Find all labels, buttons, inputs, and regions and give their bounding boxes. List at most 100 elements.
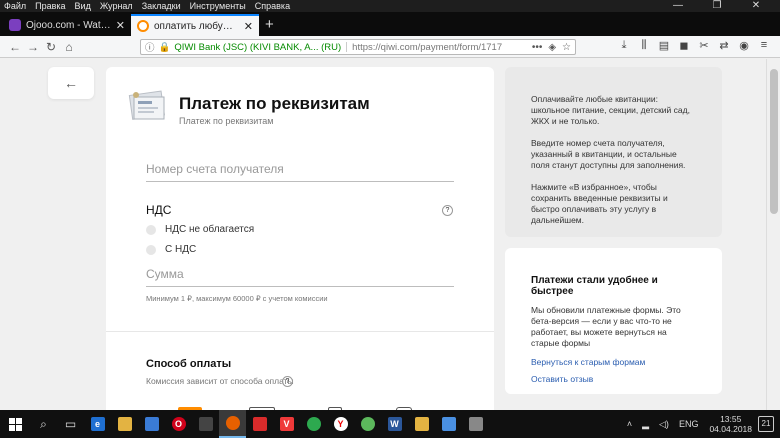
nds-label: НДС <box>146 203 172 217</box>
forward-arrow-icon[interactable]: → <box>24 40 42 54</box>
ojooo-favicon-icon <box>9 19 21 31</box>
old-forms-link[interactable]: Вернуться к старым формам <box>531 357 696 368</box>
address-bar[interactable]: ⓘ 🔒 QIWI Bank (JSC) (KIVI BANK, A... (RU… <box>140 39 576 55</box>
tab-strip: Ojooo.com - Watching Ad - Pa ✕ оплатить … <box>0 12 780 36</box>
pocket-icon[interactable]: ◈ <box>548 42 556 53</box>
app-blue-icon[interactable] <box>435 410 462 438</box>
url-text[interactable]: https://qiwi.com/payment/form/1717 <box>352 42 526 53</box>
close-window-button[interactable]: ✕ <box>741 0 771 12</box>
nds-option-none[interactable]: НДС не облагается <box>146 224 254 235</box>
ghost-icon[interactable]: ◉ <box>734 39 754 52</box>
payment-method-title: Способ оплаты <box>146 358 232 370</box>
notification-center-icon[interactable]: 21 <box>758 416 774 432</box>
payment-help-icon[interactable]: ? <box>282 376 293 387</box>
nds-help-icon[interactable]: ? <box>442 205 453 216</box>
clock-time: 13:55 <box>720 414 742 424</box>
lock-icon: 🔒 <box>158 41 171 53</box>
site-identity: QIWI Bank (JSC) (KIVI BANK, A... (RU) <box>174 41 342 53</box>
payment-form-card: Платеж по реквизитам Платеж по реквизита… <box>106 67 494 410</box>
reload-icon[interactable]: ↻ <box>42 40 60 54</box>
vertical-scrollbar[interactable] <box>766 59 780 410</box>
close-tab-icon[interactable]: ✕ <box>244 20 253 33</box>
toolbar-icons: ⤓ ⫼ ▤ ◼ ✂ ⇄ ◉ ≡ <box>614 39 774 52</box>
page-subtitle: Платеж по реквизитам <box>179 116 274 126</box>
minimize-button[interactable]: — <box>663 0 693 12</box>
radio-label: НДС не облагается <box>165 224 255 235</box>
screenshot-icon[interactable]: ✂ <box>694 39 714 52</box>
app-misc-icon[interactable] <box>462 410 489 438</box>
system-tray: ˄ ▂ ◁) ENG 13:55 04.04.2018 21 <box>622 410 780 438</box>
task-view-icon[interactable]: ▭ <box>57 410 84 438</box>
extension-icon[interactable]: ◼ <box>674 39 694 52</box>
qiwi-favicon-icon <box>137 20 149 32</box>
maximize-button[interactable]: ❐ <box>702 0 732 12</box>
page-title: Платеж по реквизитам <box>179 94 370 113</box>
page-actions-icon[interactable]: ••• <box>532 42 543 53</box>
search-icon[interactable]: ⌕ <box>30 410 57 438</box>
clock[interactable]: 13:55 04.04.2018 <box>709 414 752 434</box>
tab-qiwi[interactable]: оплатить любую квитанцию с ✕ <box>131 14 259 36</box>
payment-method-subtitle: Комиссия зависит от способа оплаты <box>146 376 294 386</box>
feedback-link[interactable]: Оставить отзыв <box>531 374 696 385</box>
amount-hint: Минимум 1 ₽, максимум 60000 ₽ с учетом к… <box>146 294 328 303</box>
firefox-icon[interactable] <box>219 410 246 438</box>
amount-input[interactable]: Сумма <box>146 267 454 287</box>
yandex-icon[interactable]: Y <box>327 410 354 438</box>
info-icon[interactable]: ⓘ <box>145 40 155 54</box>
tab-title: оплатить любую квитанцию с <box>154 20 239 32</box>
menu-file[interactable]: Файл <box>4 1 26 11</box>
shield-app-icon[interactable] <box>246 410 273 438</box>
download-icon[interactable]: ⤓ <box>614 39 634 52</box>
menu-view[interactable]: Вид <box>75 1 91 11</box>
app-icon[interactable] <box>192 410 219 438</box>
sync-icon[interactable]: ⇄ <box>714 39 734 52</box>
scrollbar-thumb[interactable] <box>770 69 778 214</box>
info-paragraph: Введите номер счета получателя, указанны… <box>531 138 686 170</box>
menu-history[interactable]: Журнал <box>100 1 133 11</box>
back-button[interactable]: ← <box>48 67 94 99</box>
info-paragraph: Нажмите «В избранное», чтобы сохранить в… <box>531 182 668 225</box>
bookmark-star-icon[interactable]: ☆ <box>562 42 571 53</box>
radio-button[interactable] <box>146 244 156 255</box>
tab-ojooo[interactable]: Ojooo.com - Watching Ad - Pa ✕ <box>3 14 131 36</box>
menu-bar: Файл Правка Вид Журнал Закладки Инструме… <box>0 0 780 12</box>
opera-icon[interactable]: O <box>165 410 192 438</box>
app-green-icon[interactable] <box>354 410 381 438</box>
arrow-left-icon: ← <box>64 75 78 91</box>
store-icon[interactable] <box>138 410 165 438</box>
edge-icon[interactable]: e <box>84 410 111 438</box>
info-paragraph: Оплачивайте любые квитанции: школьное пи… <box>531 94 690 126</box>
page-viewport: ← Платеж по реквизитам Платеж по реквизи… <box>0 59 766 410</box>
menu-tools[interactable]: Инструменты <box>190 1 246 11</box>
word-icon[interactable]: W <box>381 410 408 438</box>
chrome-icon[interactable] <box>300 410 327 438</box>
folder-icon[interactable] <box>408 410 435 438</box>
windows-start-icon[interactable] <box>0 410 30 438</box>
nds-option-with[interactable]: С НДС <box>146 244 196 255</box>
back-arrow-icon[interactable]: ← <box>6 40 24 54</box>
menu-bookmarks[interactable]: Закладки <box>142 1 181 11</box>
file-explorer-icon[interactable] <box>111 410 138 438</box>
network-icon[interactable]: ▂ <box>642 419 649 430</box>
vivaldi-icon[interactable]: V <box>273 410 300 438</box>
home-icon[interactable]: ⌂ <box>60 40 78 54</box>
taskbar: ⌕ ▭ e O V Y W ˄ ▂ ◁) ENG 13:55 04.04.201… <box>0 410 780 438</box>
nav-bar: ← → ↻ ⌂ ⓘ 🔒 QIWI Bank (JSC) (KIVI BANK, … <box>0 36 780 58</box>
volume-icon[interactable]: ◁) <box>659 419 669 430</box>
sidebar-icon[interactable]: ▤ <box>654 39 674 52</box>
tab-title: Ojooo.com - Watching Ad - Pa <box>26 19 111 31</box>
tray-chevron-icon[interactable]: ˄ <box>627 419 632 429</box>
clock-date: 04.04.2018 <box>709 424 752 434</box>
section-divider <box>106 331 494 332</box>
menu-edit[interactable]: Правка <box>35 1 65 11</box>
account-number-input[interactable]: Номер счета получателя <box>146 162 454 182</box>
radio-button[interactable] <box>146 224 156 235</box>
new-tab-icon[interactable]: + <box>265 14 274 36</box>
menu-help[interactable]: Справка <box>255 1 290 11</box>
library-icon[interactable]: ⫼ <box>634 39 654 52</box>
beta-heading: Платежи стали удобнее и быстрее <box>531 275 658 297</box>
language-indicator[interactable]: ENG <box>679 419 699 429</box>
close-tab-icon[interactable]: ✕ <box>116 19 125 32</box>
hamburger-menu-icon[interactable]: ≡ <box>754 39 774 52</box>
url-separator <box>346 42 348 52</box>
